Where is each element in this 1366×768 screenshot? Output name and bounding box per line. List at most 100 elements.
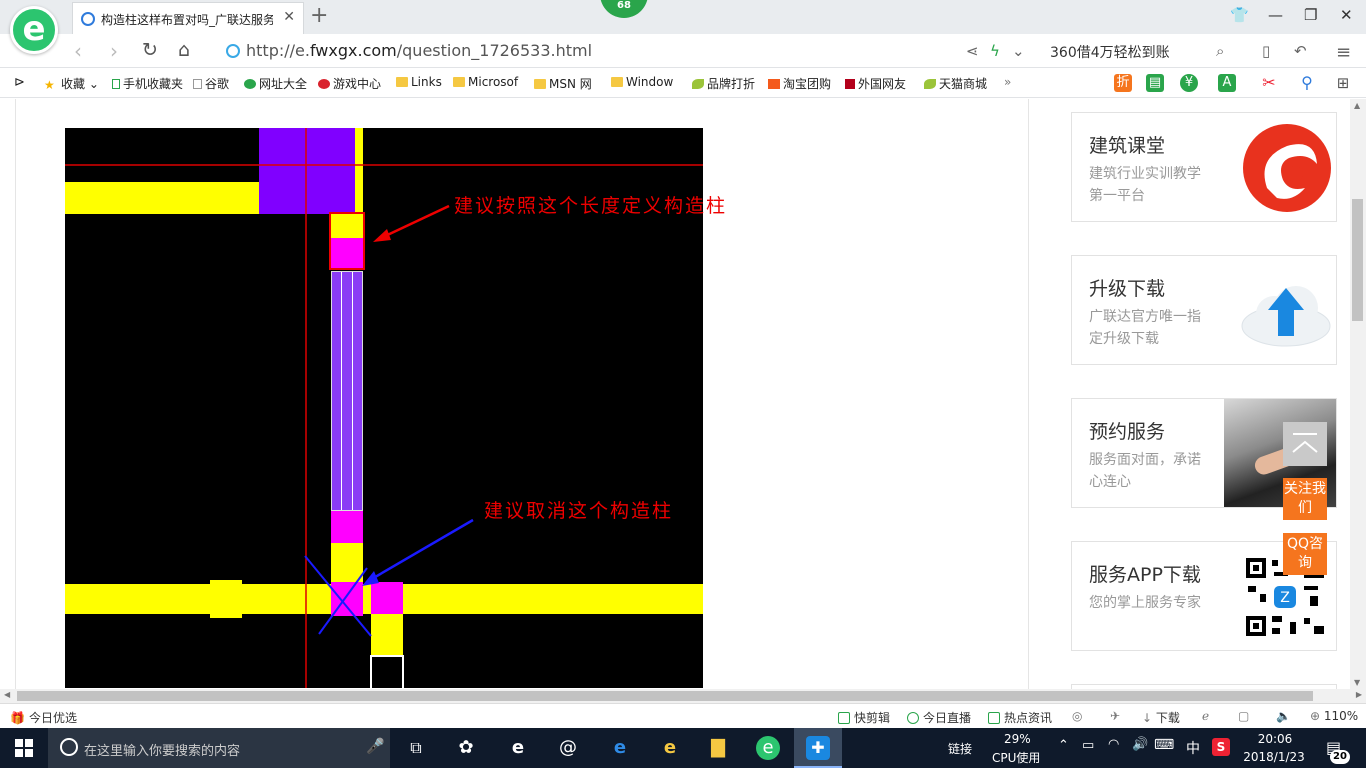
url-field[interactable]: http://e.fwxgx.com/question_1726533.html <box>246 41 592 60</box>
battery-icon[interactable]: ▭ <box>1082 738 1094 753</box>
reader-icon[interactable]: ▤ <box>1146 74 1164 92</box>
zoom-level[interactable]: ⊕ 110% <box>1310 709 1358 723</box>
card-title: 升级下载 <box>1089 278 1166 300</box>
edge-browser-icon[interactable]: e <box>608 736 632 760</box>
translate-icon[interactable]: A <box>1218 74 1236 92</box>
card-title: 预约服务 <box>1089 421 1166 443</box>
bookmark-item[interactable]: 外国网友 <box>845 75 906 92</box>
card-upgrade-download[interactable]: 升级下载 广联达官方唯一指定升级下载 <box>1071 255 1337 365</box>
status-item-news[interactable]: 热点资讯 <box>988 709 1052 726</box>
follow-us-button[interactable]: 关注我们 <box>1283 478 1327 520</box>
discount-icon[interactable]: 折 <box>1114 74 1132 92</box>
ie-edge-icon[interactable]: e <box>506 736 530 760</box>
menu-icon[interactable]: ≡ <box>1336 42 1351 63</box>
back-button[interactable]: ‹ <box>74 39 82 63</box>
mute-icon[interactable]: 🔈 <box>1276 709 1291 723</box>
taskbar-search[interactable]: 在这里输入你要搜索的内容 🎤 <box>48 728 390 768</box>
download-button[interactable]: ↓ 下载 <box>1142 709 1180 726</box>
content-border <box>15 99 16 689</box>
pin-icon[interactable]: ✈ <box>1110 709 1120 723</box>
app-fan-icon[interactable]: ✿ <box>454 736 478 760</box>
cpu-percent: 29% <box>1004 732 1031 746</box>
bookmark-item[interactable]: 天猫商城 <box>924 75 987 92</box>
chevron-down-icon[interactable]: ⌄ <box>1012 42 1025 60</box>
sogou-ime-icon[interactable]: S <box>1212 738 1230 756</box>
active-app-tile[interactable]: ✚ <box>794 728 842 768</box>
horizontal-scrollbar[interactable]: ◀ ▶ <box>0 689 1366 703</box>
card-title: 建筑课堂 <box>1089 135 1166 157</box>
volume-icon[interactable]: 🔊 <box>1132 737 1148 752</box>
daily-picks[interactable]: 🎁 今日优选 <box>10 709 77 726</box>
card-title: 服务APP下载 <box>1089 564 1201 586</box>
task-view-icon[interactable]: ⧉ <box>404 736 428 760</box>
bookmark-folder[interactable]: Microsof <box>453 75 518 89</box>
home-button[interactable]: ⌂ <box>178 39 190 61</box>
security-shield-icon[interactable]: ¥ <box>1180 74 1198 92</box>
new-tab-button[interactable]: + <box>310 3 328 28</box>
share-icon[interactable]: ⋖ <box>966 42 979 60</box>
teamviewer-icon: ✚ <box>806 736 830 760</box>
web-page: 建议按照这个长度定义构造柱 建议取消这个构造柱 建筑课堂 建筑行业实训教学第一平… <box>0 99 1350 689</box>
svg-text:Z: Z <box>1280 590 1290 606</box>
swirl-app-icon[interactable]: @ <box>556 736 580 760</box>
status-item-video-edit[interactable]: 快剪辑 <box>838 709 890 726</box>
cpu-label: CPU使用 <box>992 751 1041 765</box>
bookmark-folder[interactable]: MSN 网 <box>534 75 592 92</box>
360-browser-logo[interactable]: e <box>10 6 58 54</box>
links-toolbar[interactable]: 链接 <box>948 740 972 757</box>
status-item-live[interactable]: 今日直播 <box>907 709 971 726</box>
bookmark-item[interactable]: ★ 收藏 ⌄ <box>44 75 99 92</box>
search-icon[interactable]: ⌕ <box>1216 42 1224 60</box>
close-tab-icon[interactable]: ✕ <box>283 9 295 25</box>
speed-mode-icon[interactable]: ϟ <box>990 42 1000 60</box>
apps-grid-icon[interactable]: ⊞ <box>1334 74 1352 92</box>
notification-badge[interactable]: 68 <box>600 0 648 18</box>
speedup-icon[interactable]: ◎ <box>1072 709 1082 723</box>
bookmark-folder[interactable]: Links <box>396 75 442 89</box>
search-box[interactable]: 360借4万轻松到账 <box>1050 42 1170 62</box>
ie-mode-icon[interactable]: ℯ <box>1202 709 1209 723</box>
360-browser-taskbar-icon[interactable]: e <box>756 736 780 760</box>
status-bar: 🎁 今日优选 快剪辑 今日直播 热点资讯 ◎ ✈ ↓ 下载 ℯ ▢ 🔈 ⊕ 110… <box>0 703 1366 728</box>
bookmark-folder[interactable]: Window <box>611 75 673 89</box>
card-subtitle: 您的掌上服务专家 <box>1089 595 1201 611</box>
keyboard-icon[interactable]: ⌨ <box>1154 737 1174 753</box>
shirt-skin-icon[interactable]: 👕 <box>1230 6 1249 24</box>
bookmark-item[interactable]: 品牌打折 <box>692 75 755 92</box>
zoom-icon[interactable]: ⚲ <box>1298 74 1316 92</box>
screenshot-scissors-icon[interactable]: ✂ <box>1260 74 1278 92</box>
minimize-button[interactable]: — <box>1268 6 1283 24</box>
back-to-top-button[interactable] <box>1283 422 1327 466</box>
clock-date[interactable]: 2018/1/23 <box>1234 750 1314 764</box>
vertical-scrollbar[interactable]: ▲ ▼ <box>1350 99 1366 689</box>
ie-favicon-icon <box>81 12 95 26</box>
clock-time[interactable]: 20:06 <box>1250 732 1300 746</box>
browser-tab[interactable]: 构造柱这样布置对吗_广联达服务 ✕ <box>72 2 304 34</box>
windows-taskbar: 在这里输入你要搜索的内容 🎤 ⧉ ✿ e @ e e ▇ e ✚ 链接 29% … <box>0 728 1366 768</box>
refresh-button[interactable]: ↻ <box>142 39 158 61</box>
qq-consult-button[interactable]: QQ咨询 <box>1283 533 1327 575</box>
forward-button[interactable]: › <box>110 39 118 63</box>
windows-start-icon[interactable] <box>15 739 33 757</box>
more-bookmarks-icon[interactable]: » <box>1004 75 1011 89</box>
mobile-icon[interactable]: ▯ <box>1262 42 1270 60</box>
ime-indicator[interactable]: 中 <box>1186 738 1200 758</box>
sidebar-toggle-icon[interactable]: ⊳ <box>14 75 25 90</box>
tab-title: 构造柱这样布置对吗_广联达服务 <box>101 13 273 27</box>
bookmark-item[interactable]: 谷歌 <box>193 75 229 92</box>
file-explorer-icon[interactable]: ▇ <box>706 736 730 760</box>
window-icon[interactable]: ▢ <box>1238 709 1249 723</box>
show-hidden-icons[interactable]: ⌃ <box>1058 738 1069 753</box>
bookmark-item[interactable]: 网址大全 <box>244 75 307 92</box>
restore-button[interactable]: ❐ <box>1304 6 1317 24</box>
bookmark-item[interactable]: 淘宝团购 <box>768 75 831 92</box>
bookmark-item[interactable]: 手机收藏夹 <box>112 75 183 92</box>
close-window-button[interactable]: ✕ <box>1340 6 1353 24</box>
internet-explorer-icon[interactable]: e <box>658 736 682 760</box>
wifi-icon[interactable]: ◠ <box>1108 737 1119 752</box>
cortana-icon <box>60 738 78 756</box>
undo-icon[interactable]: ↶ <box>1294 42 1307 60</box>
microphone-icon[interactable]: 🎤 <box>366 737 385 755</box>
bookmark-item[interactable]: 游戏中心 <box>318 75 381 92</box>
card-building-class[interactable]: 建筑课堂 建筑行业实训教学第一平台 <box>1071 112 1337 222</box>
